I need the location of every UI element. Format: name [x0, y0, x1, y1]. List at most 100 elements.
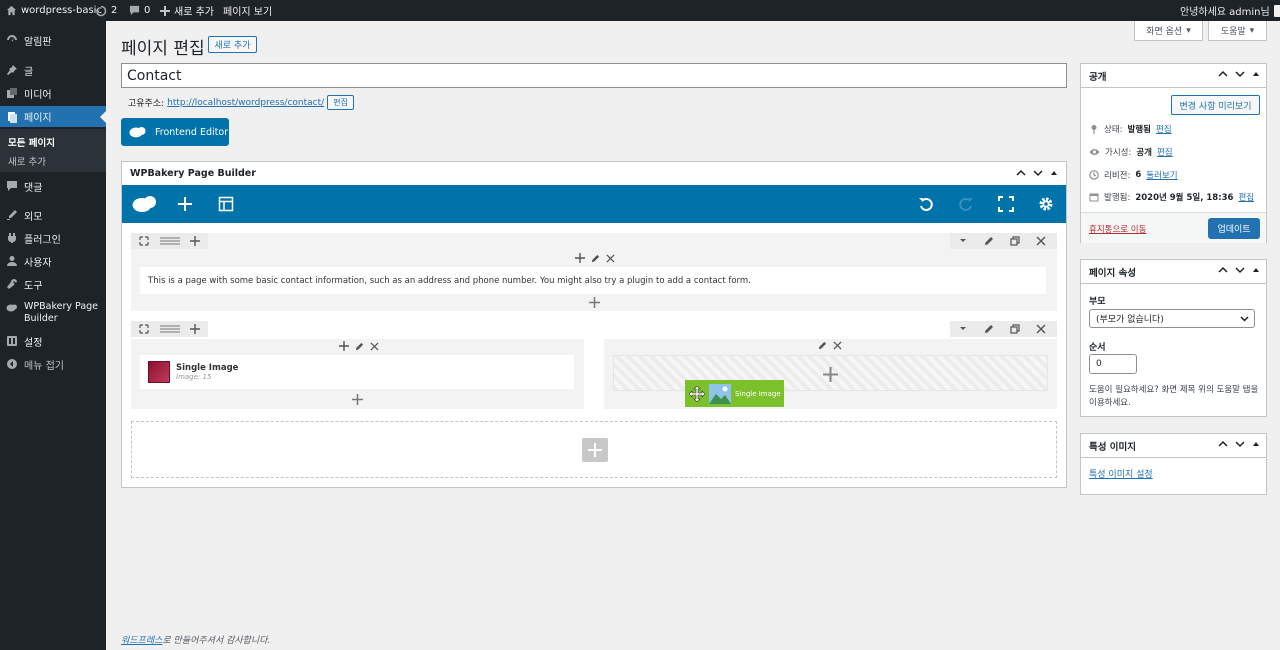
- clone-row-icon[interactable]: [1002, 321, 1028, 337]
- toggle-triangle-icon[interactable]: [1252, 70, 1260, 78]
- chevron-down-icon[interactable]: [1235, 266, 1245, 274]
- submenu-all-pages[interactable]: 모든 페이지: [8, 135, 55, 149]
- submenu-add-new[interactable]: 새로 추가: [8, 154, 46, 168]
- undo-icon: [919, 198, 933, 211]
- sidebar-item-plugins[interactable]: 플러그인: [0, 230, 106, 246]
- sidebar-item-users[interactable]: 사용자: [0, 253, 106, 269]
- close-icon[interactable]: [833, 341, 842, 350]
- close-icon[interactable]: [370, 341, 379, 351]
- pencil-icon[interactable]: [355, 342, 364, 351]
- row-layout-icon[interactable]: [157, 321, 183, 337]
- view-page-link[interactable]: 페이지 보기: [223, 0, 272, 21]
- update-button[interactable]: 업데이트: [1208, 218, 1260, 239]
- delete-row-icon[interactable]: [1028, 233, 1054, 249]
- plugin-icon: [0, 232, 24, 244]
- chevron-up-icon[interactable]: [1218, 440, 1228, 448]
- empty-column-dropzone[interactable]: [613, 355, 1048, 391]
- revisions-browse-link[interactable]: 둘러보기: [1146, 169, 1177, 181]
- add-element-to-column[interactable]: [352, 394, 363, 405]
- sidebar-item-pages[interactable]: 페이지: [0, 106, 106, 127]
- permalink-url[interactable]: http://localhost/wordpress/contact/: [167, 98, 324, 108]
- delete-row-icon[interactable]: [1028, 321, 1054, 337]
- text-block-element[interactable]: This is a page with some basic contact i…: [140, 267, 1046, 294]
- sidebar-item-label: 설정: [24, 337, 43, 349]
- dragging-single-image[interactable]: Single Image: [685, 380, 784, 407]
- site-name-link[interactable]: wordpress-basic: [6, 0, 102, 21]
- redo-button[interactable]: [955, 185, 977, 223]
- add-element-button[interactable]: [174, 185, 196, 223]
- add-new-button[interactable]: 새로 추가: [208, 36, 257, 53]
- column-controls: [575, 253, 615, 263]
- sidebar-item-posts[interactable]: 글: [0, 62, 106, 78]
- sidebar-item-comments[interactable]: 댓글: [0, 178, 106, 194]
- chevron-up-icon[interactable]: [1218, 70, 1228, 78]
- order-input[interactable]: 0: [1089, 354, 1137, 374]
- frontend-editor-button[interactable]: Frontend Editor: [121, 118, 229, 146]
- chevron-down-icon[interactable]: [1235, 70, 1245, 78]
- close-icon[interactable]: [606, 253, 615, 263]
- edit-row-icon[interactable]: [976, 233, 1002, 249]
- set-featured-image-link[interactable]: 특성 이미지 설정: [1089, 467, 1153, 480]
- permalink-edit-button[interactable]: 편집: [327, 95, 355, 110]
- move-row-icon[interactable]: [131, 321, 157, 337]
- visibility-edit-link[interactable]: 편집: [1157, 146, 1173, 158]
- sidebar-item-media[interactable]: 미디어: [0, 85, 106, 101]
- chevron-down-icon[interactable]: [1235, 440, 1245, 448]
- plus-icon[interactable]: [575, 253, 585, 263]
- column-controls: [339, 341, 379, 351]
- templates-button[interactable]: [215, 185, 237, 223]
- new-content-link[interactable]: 새로 추가: [160, 0, 214, 21]
- single-image-element[interactable]: Single Image Image: 15: [140, 355, 574, 389]
- published-edit-link[interactable]: 편집: [1238, 191, 1254, 203]
- parent-select[interactable]: (부모가 없습니다): [1089, 309, 1255, 328]
- help-text: 도움이 필요하세요? 화면 제목 위의 도움말 탭을 이용하세요.: [1089, 385, 1259, 408]
- sidebar-item-settings[interactable]: 설정: [0, 333, 106, 349]
- fullscreen-button[interactable]: [995, 185, 1017, 223]
- permalink-label: 고유주소:: [128, 99, 165, 109]
- wpbakery-logo-button[interactable]: [130, 185, 160, 223]
- sidebar-collapse-menu[interactable]: 메뉴 접기: [0, 356, 106, 372]
- pencil-icon[interactable]: [591, 254, 600, 263]
- toggle-row-icon[interactable]: [950, 233, 976, 249]
- add-column-icon[interactable]: [182, 321, 208, 337]
- page-icon: [0, 111, 24, 123]
- trash-link[interactable]: 휴지통으로 이동: [1089, 223, 1146, 235]
- toggle-triangle-icon[interactable]: [1050, 169, 1058, 177]
- view-page-label: 페이지 보기: [223, 7, 273, 18]
- sidebar-item-label: 외모: [24, 211, 43, 223]
- add-column-icon[interactable]: [182, 233, 208, 249]
- toggle-row-icon[interactable]: [950, 321, 976, 337]
- collapse-icon: [0, 358, 24, 370]
- status-edit-link[interactable]: 편집: [1156, 123, 1172, 135]
- add-row-button[interactable]: [582, 438, 608, 462]
- chevron-up-icon[interactable]: [1016, 169, 1026, 177]
- settings-button[interactable]: [1035, 185, 1057, 223]
- publish-box: 공개 변경 사항 미리보기 상태: 발행됨 편집 가시성: 공개 편집 리비전:…: [1080, 63, 1267, 243]
- edit-row-icon[interactable]: [976, 321, 1002, 337]
- plus-icon[interactable]: [339, 341, 349, 351]
- sidebar-item-tools[interactable]: 도구: [0, 276, 106, 292]
- chevron-down-icon[interactable]: [1033, 169, 1043, 177]
- toggle-triangle-icon[interactable]: [1252, 266, 1260, 274]
- undo-button[interactable]: [915, 185, 937, 223]
- preview-changes-button[interactable]: 변경 사항 미리보기: [1171, 95, 1260, 115]
- pin-icon: [0, 64, 24, 76]
- clone-row-icon[interactable]: [1002, 233, 1028, 249]
- post-title-input[interactable]: Contact: [121, 63, 1067, 88]
- move-row-icon[interactable]: [131, 233, 157, 249]
- chevron-up-icon[interactable]: [1218, 266, 1228, 274]
- wordpress-link[interactable]: 워드프레스: [121, 636, 162, 646]
- sidebar-item-dashboard[interactable]: 알림판: [0, 32, 106, 48]
- drag-label: Single Image: [735, 389, 781, 398]
- pencil-icon[interactable]: [818, 341, 827, 350]
- help-tab[interactable]: 도움말 ▾: [1208, 21, 1267, 41]
- add-element-to-column[interactable]: [589, 297, 600, 308]
- account-link[interactable]: 안녕하세요 admin님: [1180, 0, 1280, 21]
- screen-options-tab[interactable]: 화면 옵션 ▾: [1134, 21, 1203, 41]
- updates-link[interactable]: 2: [95, 0, 117, 21]
- comments-link[interactable]: 0: [129, 0, 150, 21]
- sidebar-item-wpbakery[interactable]: WPBakery Page Builder: [0, 301, 106, 325]
- toggle-triangle-icon[interactable]: [1252, 440, 1260, 448]
- row-layout-icon[interactable]: [157, 233, 183, 249]
- sidebar-item-appearance[interactable]: 외모: [0, 207, 106, 223]
